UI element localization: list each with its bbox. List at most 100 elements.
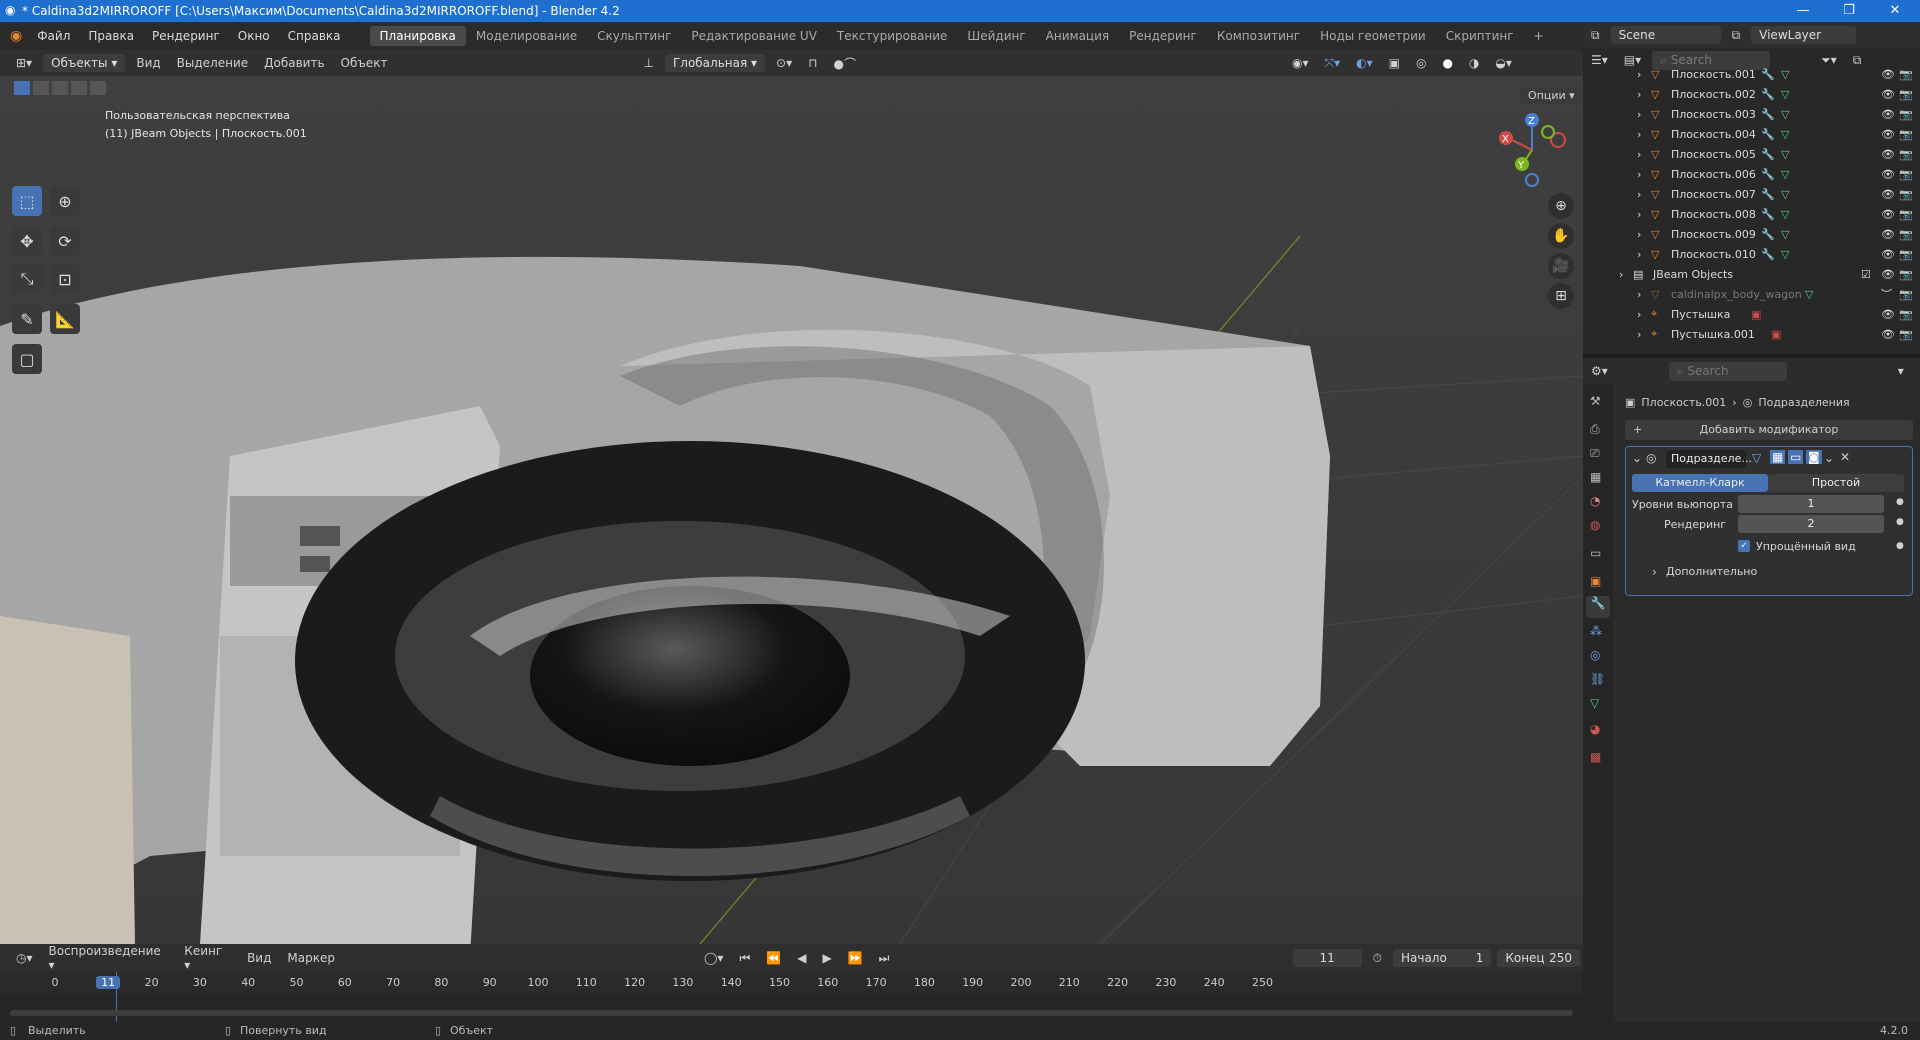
tab-geometry-nodes[interactable]: Ноды геометрии — [1310, 26, 1436, 46]
properties-type-icon[interactable]: ⚙▾ — [1583, 362, 1616, 380]
menu-file[interactable]: Файл — [28, 29, 79, 43]
camera-render-icon[interactable]: 📷 — [1899, 328, 1913, 341]
eye-icon[interactable]: 👁 — [1881, 188, 1895, 201]
outliner-item-mesh[interactable]: › ▽ Плоскость.006 🔧 ▽ 👁 📷 — [1583, 164, 1920, 184]
camera-render-icon[interactable]: 📷 — [1899, 308, 1913, 321]
cursor-tool-icon[interactable]: ⊕ — [50, 186, 80, 216]
select-subtract-icon[interactable] — [52, 81, 68, 95]
eye-icon[interactable]: 👁 — [1881, 328, 1895, 341]
move-tool-icon[interactable]: ✥ — [12, 226, 42, 256]
constraints-tab-icon[interactable]: ⛓ — [1590, 672, 1605, 686]
material-shading-icon[interactable]: ◑ — [1461, 54, 1487, 72]
outliner-item-mesh[interactable]: › ▽ Плоскость.008 🔧 ▽ 👁 📷 — [1583, 204, 1920, 224]
scale-tool-icon[interactable]: ⤡ — [12, 264, 42, 294]
jump-end-icon[interactable]: ⏭ — [871, 949, 898, 968]
marker-menu[interactable]: Маркер — [279, 949, 343, 967]
tool-tab-icon[interactable]: ⚒ — [1590, 394, 1601, 408]
expand-chevron-icon[interactable]: › — [1637, 148, 1641, 161]
expand-chevron-icon[interactable]: › — [1619, 268, 1623, 281]
next-key-icon[interactable]: ⏩ — [840, 949, 871, 967]
current-frame-field[interactable]: 11 — [1292, 949, 1362, 967]
outliner-item-collection[interactable]: › ▤ JBeam Objects ☑ 👁 📷 — [1583, 264, 1920, 284]
outliner-item-mesh[interactable]: › ▽ caldinalpx_body_wagon ▽ ︶ 📷 — [1583, 284, 1920, 304]
expand-chevron-icon[interactable]: › — [1637, 168, 1641, 181]
overlays-icon[interactable]: ◐▾ — [1348, 54, 1381, 72]
rendered-shading-icon[interactable]: ◒▾ — [1487, 54, 1520, 72]
select-new-icon[interactable] — [14, 81, 30, 95]
pivot-icon[interactable]: ⊙▾ — [768, 54, 800, 72]
texture-tab-icon[interactable]: ▩ — [1590, 750, 1601, 764]
outliner-item-mesh[interactable]: › ▽ Плоскость.007 🔧 ▽ 👁 📷 — [1583, 184, 1920, 204]
options-dropdown[interactable]: Опции ▾ — [1520, 87, 1583, 104]
expand-chevron-icon[interactable]: › — [1637, 108, 1641, 121]
viewlayer-icon[interactable]: ⧉ — [1724, 26, 1749, 45]
outliner-item-mesh[interactable]: › ▽ Плоскость.003 🔧 ▽ 👁 📷 — [1583, 104, 1920, 124]
keyframe-dot-icon[interactable]: ● — [1896, 517, 1904, 527]
viewport-levels-field[interactable]: 1 — [1738, 495, 1884, 513]
particles-tab-icon[interactable]: ⁂ — [1590, 624, 1602, 638]
rotate-tool-icon[interactable]: ⟳ — [50, 226, 80, 256]
keyframe-dot-icon[interactable]: ● — [1896, 497, 1904, 507]
keying-menu[interactable]: Кеинг ▾ — [176, 942, 239, 974]
outliner-item-mesh[interactable]: › ▽ Плоскость.001 🔧 ▽ 👁 📷 — [1583, 64, 1920, 84]
camera-render-icon[interactable]: 📷 — [1899, 188, 1913, 201]
proportional-edit-icon[interactable]: ●⌒ — [826, 53, 864, 74]
tab-layout[interactable]: Планировка — [369, 26, 466, 46]
simple-tab[interactable]: Простой — [1768, 474, 1904, 492]
advanced-section[interactable]: Дополнительно — [1666, 565, 1757, 578]
world-tab-icon[interactable]: ◍ — [1590, 518, 1600, 532]
collapse-chevron-icon[interactable]: ⌄ — [1632, 451, 1642, 465]
eye-icon[interactable]: 👁 — [1881, 308, 1895, 321]
view-layer-tab-icon[interactable]: ▦ — [1590, 470, 1601, 484]
expand-chevron-icon[interactable]: › — [1637, 228, 1641, 241]
physics-tab-icon[interactable]: ◎ — [1590, 648, 1600, 662]
menu-window[interactable]: Окно — [229, 29, 279, 43]
eye-icon[interactable]: 👁 — [1881, 88, 1895, 101]
camera-render-icon[interactable]: 📷 — [1899, 128, 1913, 141]
tab-scripting[interactable]: Скриптинг — [1436, 26, 1524, 46]
output-tab-icon[interactable]: ⎚ — [1590, 446, 1600, 461]
close-window-button[interactable]: ✕ — [1872, 0, 1918, 22]
tab-animation[interactable]: Анимация — [1036, 26, 1119, 46]
eye-icon[interactable]: 👁 — [1881, 68, 1895, 81]
ortho-toggle-icon[interactable]: ⊞ — [1548, 283, 1574, 309]
wireframe-shading-icon[interactable]: ◎ — [1408, 54, 1434, 72]
modifier-name-field[interactable]: Подразделе... — [1666, 450, 1752, 468]
menu-add[interactable]: Добавить — [256, 54, 332, 72]
add-workspace-icon[interactable]: + — [1524, 26, 1554, 46]
camera-render-icon[interactable]: 📷 — [1899, 268, 1913, 281]
expand-chevron-icon[interactable]: › — [1637, 248, 1641, 261]
catmull-clark-tab[interactable]: Катмелл-Кларк — [1632, 474, 1768, 492]
camera-render-icon[interactable]: 📷 — [1899, 248, 1913, 261]
orientation-icon[interactable]: ⊥ — [636, 54, 662, 72]
tab-shading[interactable]: Шейдинг — [957, 26, 1035, 46]
tab-sculpting[interactable]: Скульптинг — [587, 26, 681, 46]
render-tab-icon[interactable]: ⎙ — [1590, 422, 1600, 437]
properties-search[interactable]: ⌕ Search — [1668, 361, 1787, 381]
eye-icon[interactable]: 👁 — [1881, 208, 1895, 221]
object-tab-icon[interactable]: ▣ — [1590, 574, 1601, 588]
camera-render-icon[interactable]: 📷 — [1899, 148, 1913, 161]
optimal-display-checkbox[interactable]: ✓ — [1738, 540, 1750, 552]
menu-edit[interactable]: Правка — [79, 29, 143, 43]
measure-tool-icon[interactable]: 📐 — [50, 304, 80, 334]
collection-tab-icon[interactable]: ▭ — [1590, 546, 1601, 560]
eye-icon[interactable]: 👁 — [1881, 148, 1895, 161]
tab-modeling[interactable]: Моделирование — [466, 26, 587, 46]
add-cube-tool-icon[interactable]: ▢ — [12, 344, 42, 374]
edit-mode-toggle-icon[interactable]: ▽ — [1752, 451, 1761, 465]
transform-tool-icon[interactable]: ⊡ — [50, 264, 80, 294]
end-frame-field[interactable]: Конец 250 — [1497, 949, 1581, 967]
expand-chevron-icon[interactable]: › — [1637, 88, 1641, 101]
menu-render[interactable]: Рендеринг — [143, 29, 229, 43]
minimize-button[interactable]: — — [1780, 0, 1826, 22]
3d-viewport[interactable]: ⬚ ⊕ ✥ ⟳ ⤡ ⊡ ✎ 📐 ▢ Пользовательская персп… — [0, 76, 1583, 944]
camera-render-icon[interactable]: 📷 — [1899, 88, 1913, 101]
eye-icon[interactable]: 👁 — [1881, 168, 1895, 181]
render-levels-field[interactable]: 2 — [1738, 515, 1884, 533]
select-box-tool-icon[interactable]: ⬚ — [12, 186, 42, 216]
camera-render-icon[interactable]: 📷 — [1899, 288, 1913, 301]
eye-icon[interactable]: 👁 — [1881, 248, 1895, 261]
camera-render-icon[interactable]: 📷 — [1899, 208, 1913, 221]
camera-view-icon[interactable]: 🎥 — [1548, 253, 1574, 279]
